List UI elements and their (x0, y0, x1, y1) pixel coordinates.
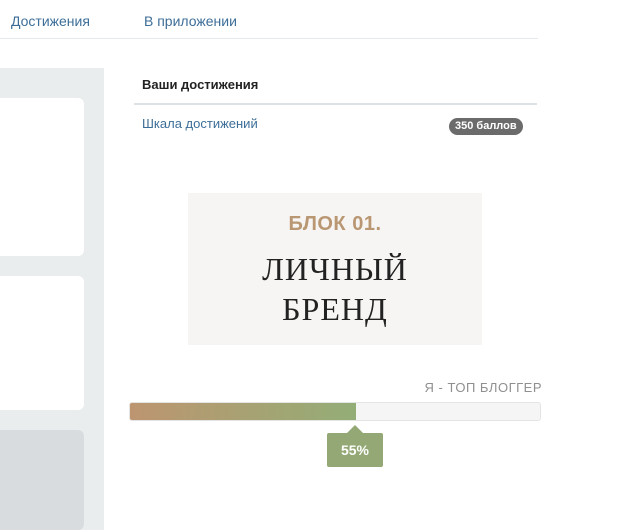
progress-percent-tooltip: 55% (327, 425, 383, 467)
progress-label: Я - ТОП БЛОГГЕР (424, 380, 542, 395)
feed-card-placeholder (0, 430, 84, 530)
progress-bar (129, 402, 541, 421)
achievements-scale-link[interactable]: Шкала достижений (142, 116, 258, 131)
progress-fill (130, 403, 356, 420)
tab-achievements[interactable]: Достижения (11, 13, 90, 29)
tab-in-app[interactable]: В приложении (144, 13, 237, 29)
block-title: ЛИЧНЫЙ БРЕНД (188, 249, 482, 329)
achievements-heading: Ваши достижения (142, 77, 259, 92)
block-card[interactable]: БЛОК 01. ЛИЧНЫЙ БРЕНД (188, 193, 482, 345)
feed-card[interactable] (0, 98, 84, 256)
tabs-divider (0, 38, 538, 39)
points-badge: 350 баллов (449, 118, 523, 135)
feed-card[interactable] (0, 276, 84, 410)
block-title-line-1: ЛИЧНЫЙ (262, 251, 408, 287)
block-number: БЛОК 01. (288, 213, 382, 235)
achievements-divider (134, 103, 537, 105)
block-title-line-2: БРЕНД (282, 291, 388, 327)
